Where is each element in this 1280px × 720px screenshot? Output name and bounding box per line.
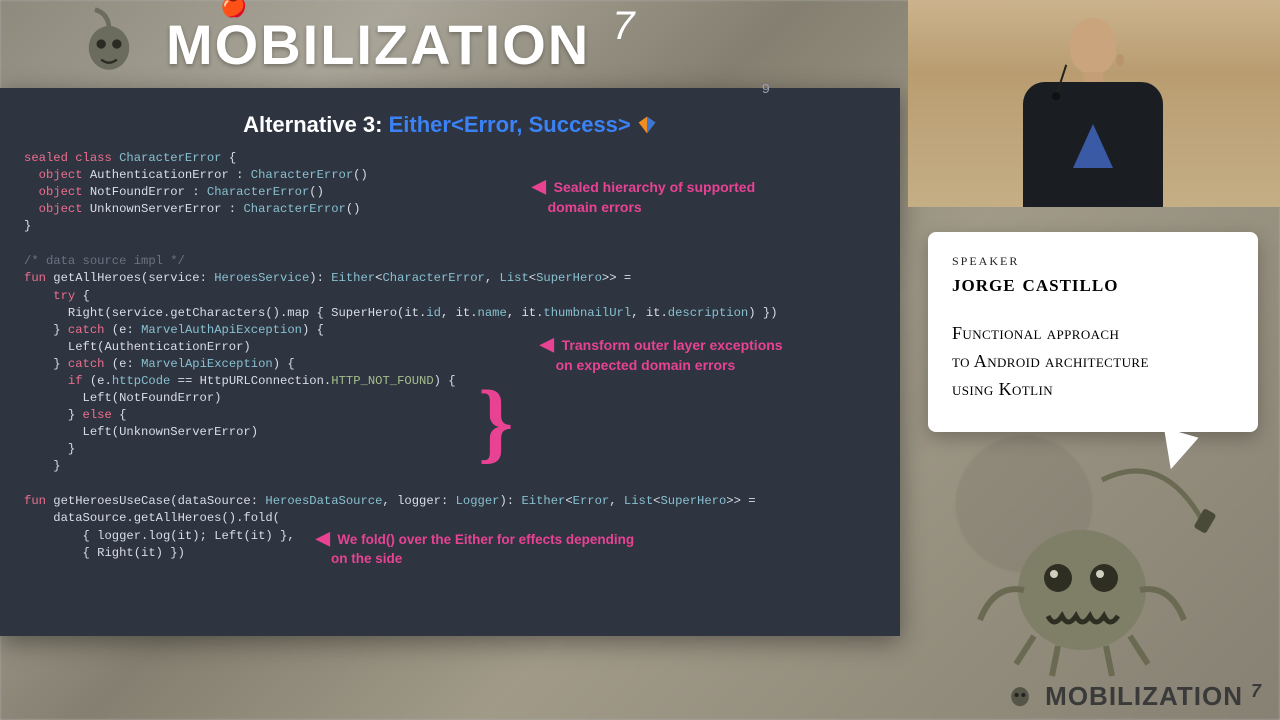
slide-title: Alternative 3: Either<Error, Success> [24,112,876,138]
arrow-logo-icon [637,115,657,135]
banner-title: MOBILIZATION [166,12,590,77]
arrow-left-icon: ◀ [316,528,330,548]
speaker-name: jorge castillo [952,271,1234,298]
slide-title-type: Either<Error, Success> [389,112,631,137]
annotation-sealed-l2: domain errors [548,199,642,215]
talk-title: Functional approach to Android architect… [952,320,1234,404]
talk-l1: Functional approach [952,323,1119,343]
arrow-left-icon: ◀ [540,334,554,354]
annotation-transform: ◀ Transform outer layer exceptions on ex… [540,332,783,375]
speaker-card: SPEAKER jorge castillo Functional approa… [928,232,1258,432]
annotation-fold: ◀ We fold() over the Either for effects … [316,526,634,569]
mascot-small-icon [70,5,148,83]
annotation-transform-l1: Transform outer layer exceptions [562,337,783,353]
annotation-transform-l2: on expected domain errors [556,357,736,373]
talk-l3: using Kotlin [952,379,1053,399]
annotation-fold-l1: We fold() over the Either for effects de… [337,532,634,547]
speaker-camera [908,0,1280,207]
footer-brand: MOBILIZATION [1045,681,1243,712]
apple-glyph-icon: 🍎 [220,0,247,19]
footer-banner: MOBILIZATION 7 [1003,678,1262,712]
talk-l2: to Android architecture [952,351,1149,371]
mascot-tiny-icon [1003,678,1037,712]
conference-banner: 🍎 MOBILIZATION 7 [70,5,634,83]
slide-number: 9 [762,82,770,98]
presentation-slide: 9 Alternative 3: Either<Error, Success> … [0,88,900,636]
speaker-figure [1018,18,1168,207]
banner-edition: 7 [612,4,634,49]
footer-edition: 7 [1251,681,1262,702]
annotation-fold-l2: on the side [331,551,402,566]
slide-title-prefix: Alternative 3: [243,112,382,137]
annotation-sealed-l1: Sealed hierarchy of supported [554,179,756,195]
speaker-label: SPEAKER [952,254,1234,269]
mascot-large-icon [962,460,1222,680]
curly-brace-icon: } [478,391,513,454]
annotation-sealed: ◀ Sealed hierarchy of supported domain e… [532,174,755,217]
arrow-left-icon: ◀ [532,176,546,196]
